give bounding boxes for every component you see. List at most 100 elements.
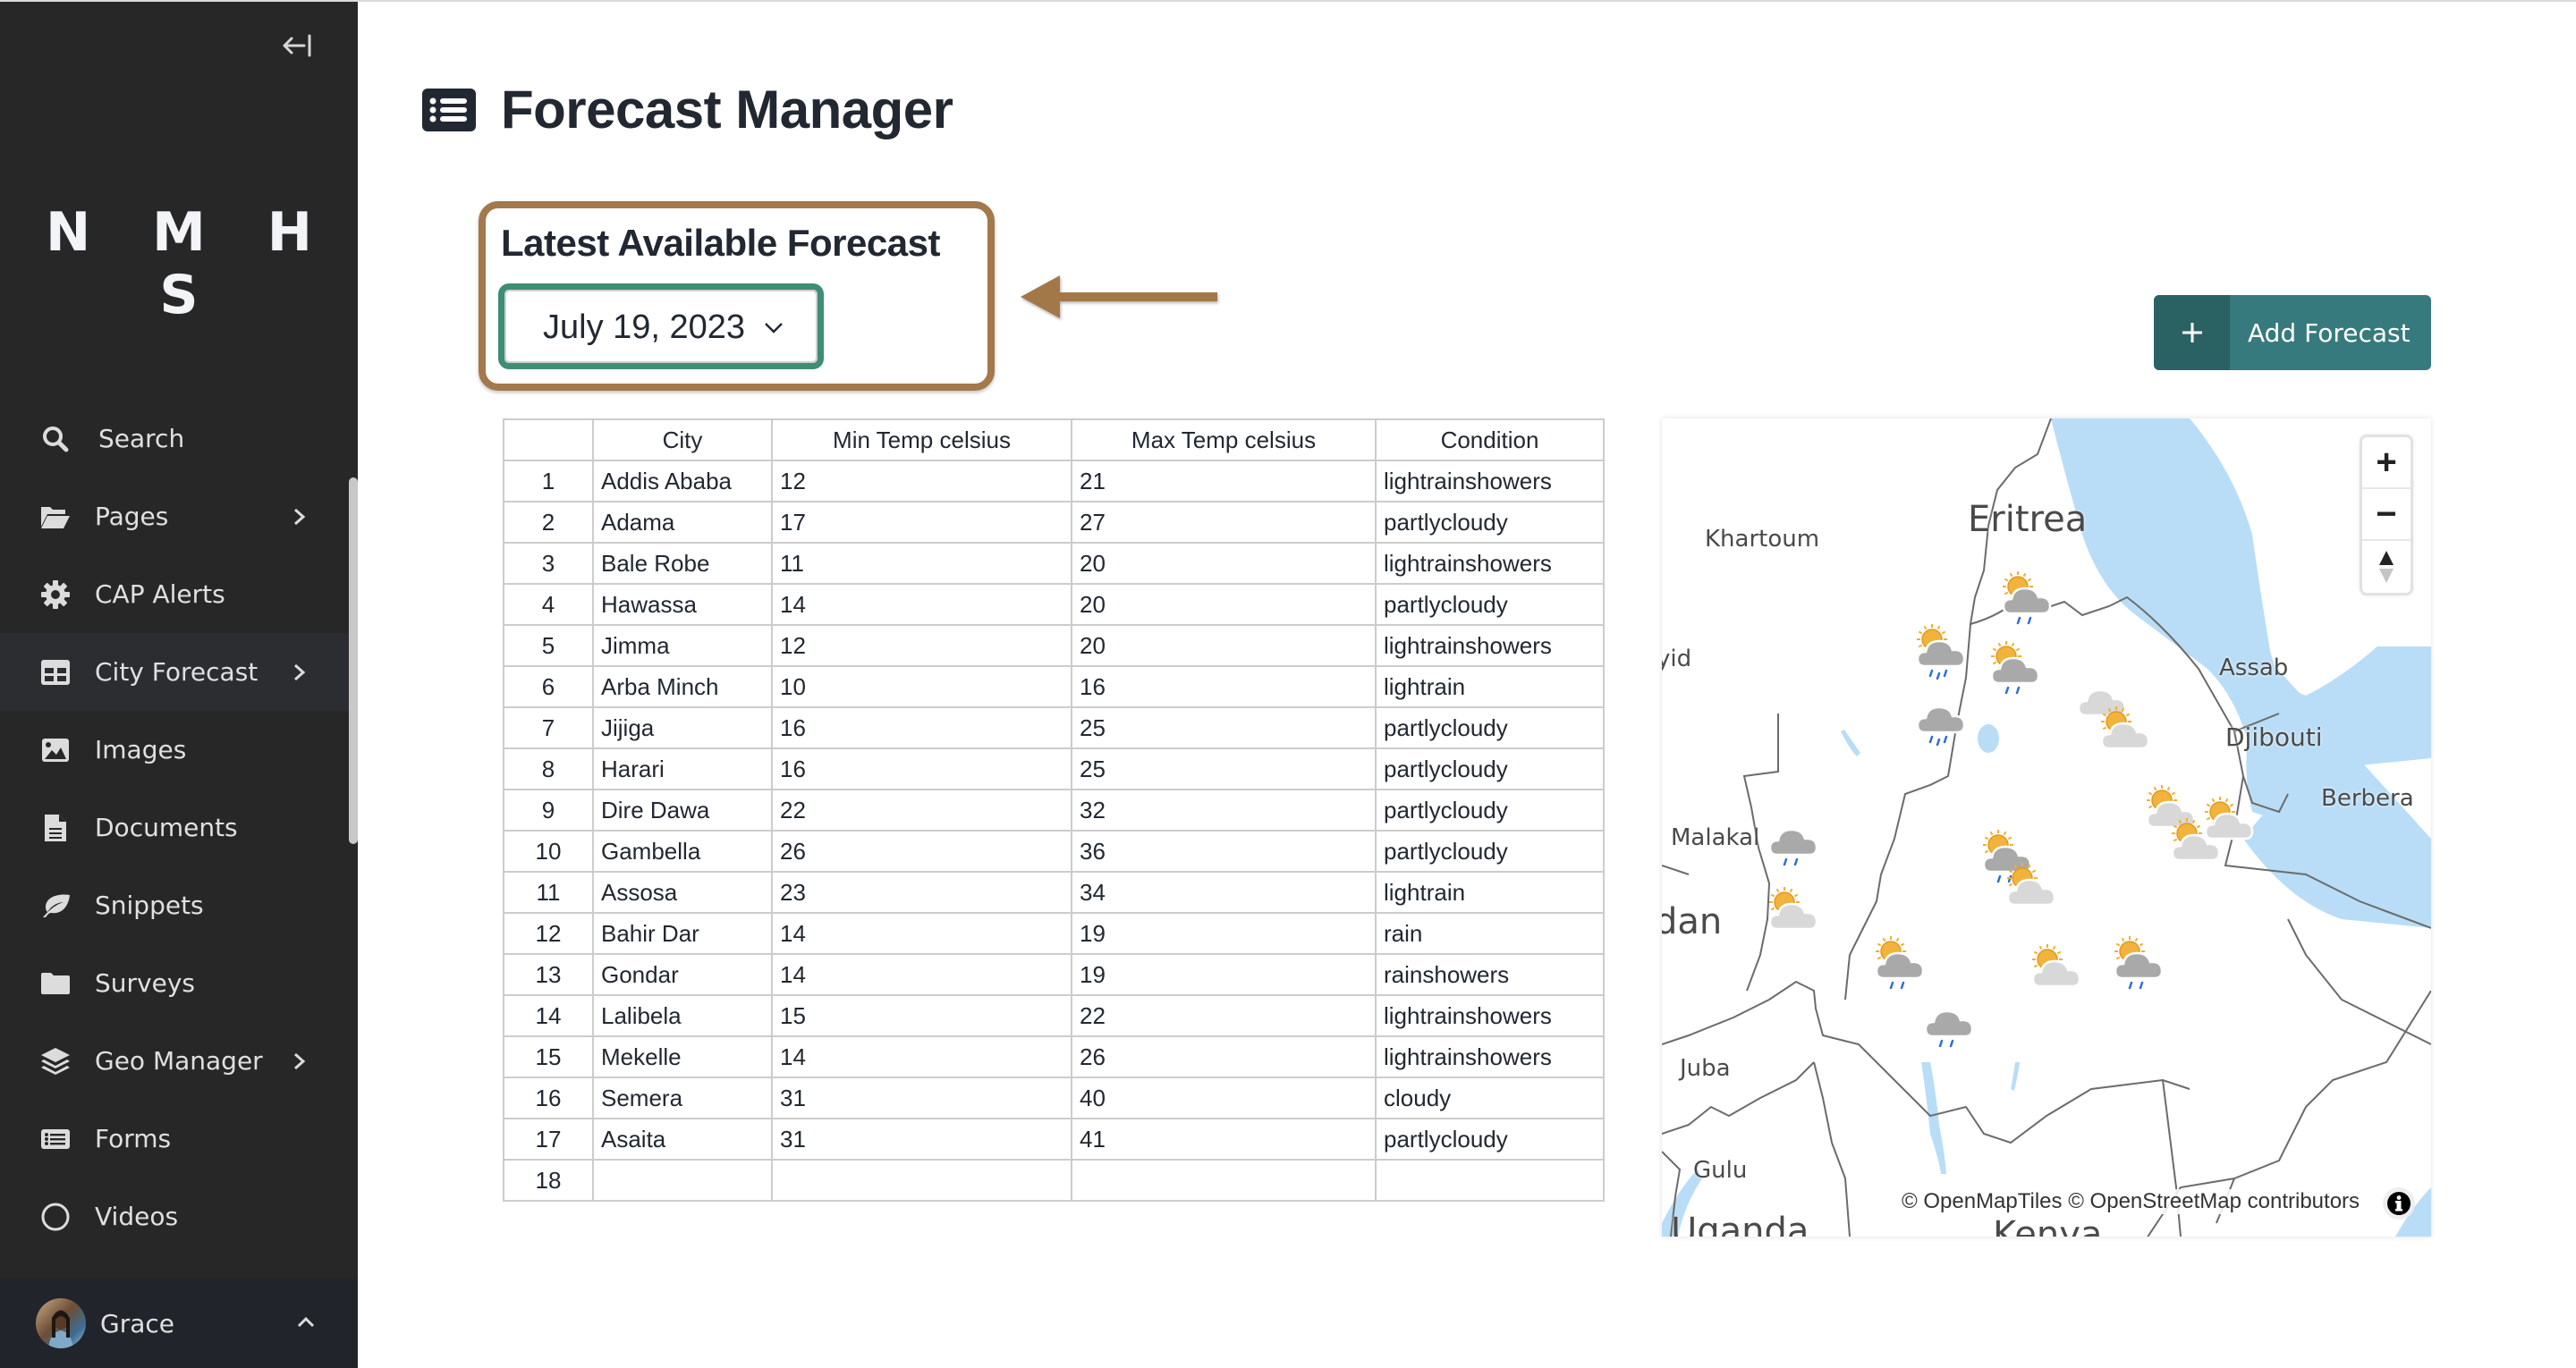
weather-marker-lightrainshowers[interactable]: Bale Robe [2110, 932, 2167, 990]
condition-cell[interactable]: partlycloudy [1375, 1118, 1605, 1161]
condition-cell[interactable]: partlycloudy [1375, 747, 1605, 790]
attribution-toggle-button[interactable] [2383, 1187, 2415, 1220]
condition-cell[interactable]: partlycloudy [1375, 706, 1605, 749]
weather-marker-rainshowers[interactable]: Gondar [1912, 620, 1970, 680]
weather-marker-lightrain[interactable]: Arba Minch [1920, 990, 1978, 1047]
sidebar-item-city-forecast[interactable]: City Forecast [0, 633, 349, 711]
forecast-date-select[interactable]: July 19, 2023 [498, 283, 824, 369]
condition-cell[interactable]: partlycloudy [1375, 789, 1605, 832]
weather-marker-partlycloudy[interactable]: Jijiga [2200, 792, 2258, 849]
weather-marker-partlycloudy[interactable]: Hawassa [2028, 940, 2085, 997]
city-cell[interactable]: Bahir Dar [592, 912, 773, 955]
city-cell[interactable]: Gambella [592, 830, 773, 873]
city-cell[interactable]: Jimma [592, 624, 773, 667]
condition-cell[interactable]: cloudy [1375, 1077, 1605, 1119]
max-temp-cell[interactable]: 36 [1071, 830, 1377, 873]
weather-marker-lightrainshowers[interactable]: Jimma [1871, 932, 1928, 990]
min-temp-cell[interactable]: 14 [771, 1035, 1072, 1078]
min-temp-cell[interactable]: 16 [771, 747, 1072, 790]
city-cell[interactable]: Bale Robe [592, 542, 773, 585]
sidebar-collapse-button[interactable] [281, 32, 315, 59]
condition-cell[interactable]: rainshowers [1375, 953, 1605, 996]
min-temp-cell[interactable]: 12 [771, 460, 1072, 502]
condition-cell[interactable]: lightrain [1375, 871, 1605, 914]
zoom-out-button[interactable]: − [2362, 489, 2411, 541]
city-cell[interactable]: Assosa [592, 871, 773, 914]
min-temp-cell[interactable]: 17 [771, 501, 1072, 544]
min-temp-cell[interactable] [771, 1159, 1072, 1202]
max-temp-cell[interactable]: 22 [1071, 994, 1377, 1037]
condition-cell[interactable] [1375, 1159, 1605, 1202]
min-temp-cell[interactable]: 14 [771, 912, 1072, 955]
min-temp-cell[interactable]: 15 [771, 994, 1072, 1037]
sidebar-item-search[interactable]: Search [0, 400, 349, 477]
weather-marker-lightrainshowers[interactable]: Mekelle [1998, 567, 2055, 625]
city-cell[interactable]: Arba Minch [592, 665, 773, 708]
weather-marker-rain[interactable]: Bahir Dar [1912, 686, 1970, 746]
sidebar-item-cap-alerts[interactable]: CAP Alerts [0, 555, 349, 633]
min-temp-cell[interactable]: 23 [771, 871, 1072, 914]
condition-cell[interactable]: partlycloudy [1375, 830, 1605, 873]
sidebar-item-videos[interactable]: Videos [0, 1178, 349, 1255]
min-temp-cell[interactable]: 22 [771, 789, 1072, 832]
sidebar-item-pages[interactable]: Pages [0, 477, 349, 555]
min-temp-cell[interactable]: 16 [771, 706, 1072, 749]
sidebar-item-forms[interactable]: Forms [0, 1100, 349, 1178]
weather-marker-partlycloudy[interactable]: Adama [2003, 858, 2060, 916]
sidebar-item-geo-manager[interactable]: Geo Manager [0, 1022, 349, 1100]
max-temp-cell[interactable]: 41 [1071, 1118, 1377, 1161]
max-temp-cell[interactable]: 19 [1071, 912, 1377, 955]
add-forecast-button[interactable]: Add Forecast [2154, 295, 2431, 370]
min-temp-cell[interactable]: 31 [771, 1077, 1072, 1119]
min-temp-cell[interactable]: 10 [771, 665, 1072, 708]
max-temp-cell[interactable]: 20 [1071, 583, 1377, 626]
max-temp-cell[interactable]: 40 [1071, 1077, 1377, 1119]
max-temp-cell[interactable]: 32 [1071, 789, 1377, 832]
sidebar-item-surveys[interactable]: Surveys [0, 944, 349, 1022]
max-temp-cell[interactable]: 19 [1071, 953, 1377, 996]
condition-cell[interactable]: rain [1375, 912, 1605, 955]
city-cell[interactable]: Addis Ababa [592, 460, 773, 502]
weather-marker-partlycloudy[interactable]: Gambella [1765, 882, 1822, 940]
min-temp-cell[interactable]: 11 [771, 542, 1072, 585]
min-temp-cell[interactable]: 12 [771, 624, 1072, 667]
min-temp-cell[interactable]: 26 [771, 830, 1072, 873]
sidebar-scrollbar[interactable] [349, 477, 358, 844]
city-cell[interactable]: Asaita [592, 1118, 773, 1161]
condition-cell[interactable]: lightrainshowers [1375, 542, 1605, 585]
max-temp-cell[interactable]: 25 [1071, 747, 1377, 790]
reset-north-button[interactable] [2362, 541, 2411, 593]
condition-cell[interactable]: lightrainshowers [1375, 1035, 1605, 1078]
max-temp-cell[interactable]: 20 [1071, 542, 1377, 585]
condition-cell[interactable]: lightrainshowers [1375, 994, 1605, 1037]
max-temp-cell[interactable]: 27 [1071, 501, 1377, 544]
max-temp-cell[interactable]: 25 [1071, 706, 1377, 749]
max-temp-cell[interactable]: 34 [1071, 871, 1377, 914]
sidebar-item-documents[interactable]: Documents [0, 789, 349, 866]
city-cell[interactable]: Adama [592, 501, 773, 544]
city-cell[interactable]: Harari [592, 747, 773, 790]
min-temp-cell[interactable]: 14 [771, 583, 1072, 626]
condition-cell[interactable]: lightrainshowers [1375, 460, 1605, 502]
forecast-map[interactable]: Eritrea Khartoum yid Assab Djibouti Berb… [1662, 418, 2431, 1237]
max-temp-cell[interactable]: 16 [1071, 665, 1377, 708]
city-cell[interactable]: Gondar [592, 953, 773, 996]
weather-marker-partlycloudy[interactable]: Asaita [2097, 702, 2154, 759]
city-cell[interactable]: Jijiga [592, 706, 773, 749]
city-cell[interactable]: Semera [592, 1077, 773, 1119]
condition-cell[interactable]: partlycloudy [1375, 583, 1605, 626]
sidebar-item-snippets[interactable]: Snippets [0, 866, 349, 944]
user-menu[interactable]: Grace [0, 1279, 358, 1368]
max-temp-cell[interactable]: 21 [1071, 460, 1377, 502]
zoom-in-button[interactable]: + [2362, 437, 2411, 489]
condition-cell[interactable]: lightrainshowers [1375, 624, 1605, 667]
city-cell[interactable]: Hawassa [592, 583, 773, 626]
map-attribution[interactable]: © OpenMapTiles © OpenStreetMap contribut… [1898, 1189, 2364, 1214]
max-temp-cell[interactable]: 20 [1071, 624, 1377, 667]
condition-cell[interactable]: lightrain [1375, 665, 1605, 708]
city-cell[interactable] [592, 1159, 773, 1202]
sidebar-item-images[interactable]: Images [0, 711, 349, 789]
weather-marker-lightrain[interactable]: Assosa [1765, 808, 1822, 866]
max-temp-cell[interactable]: 26 [1071, 1035, 1377, 1078]
min-temp-cell[interactable]: 14 [771, 953, 1072, 996]
